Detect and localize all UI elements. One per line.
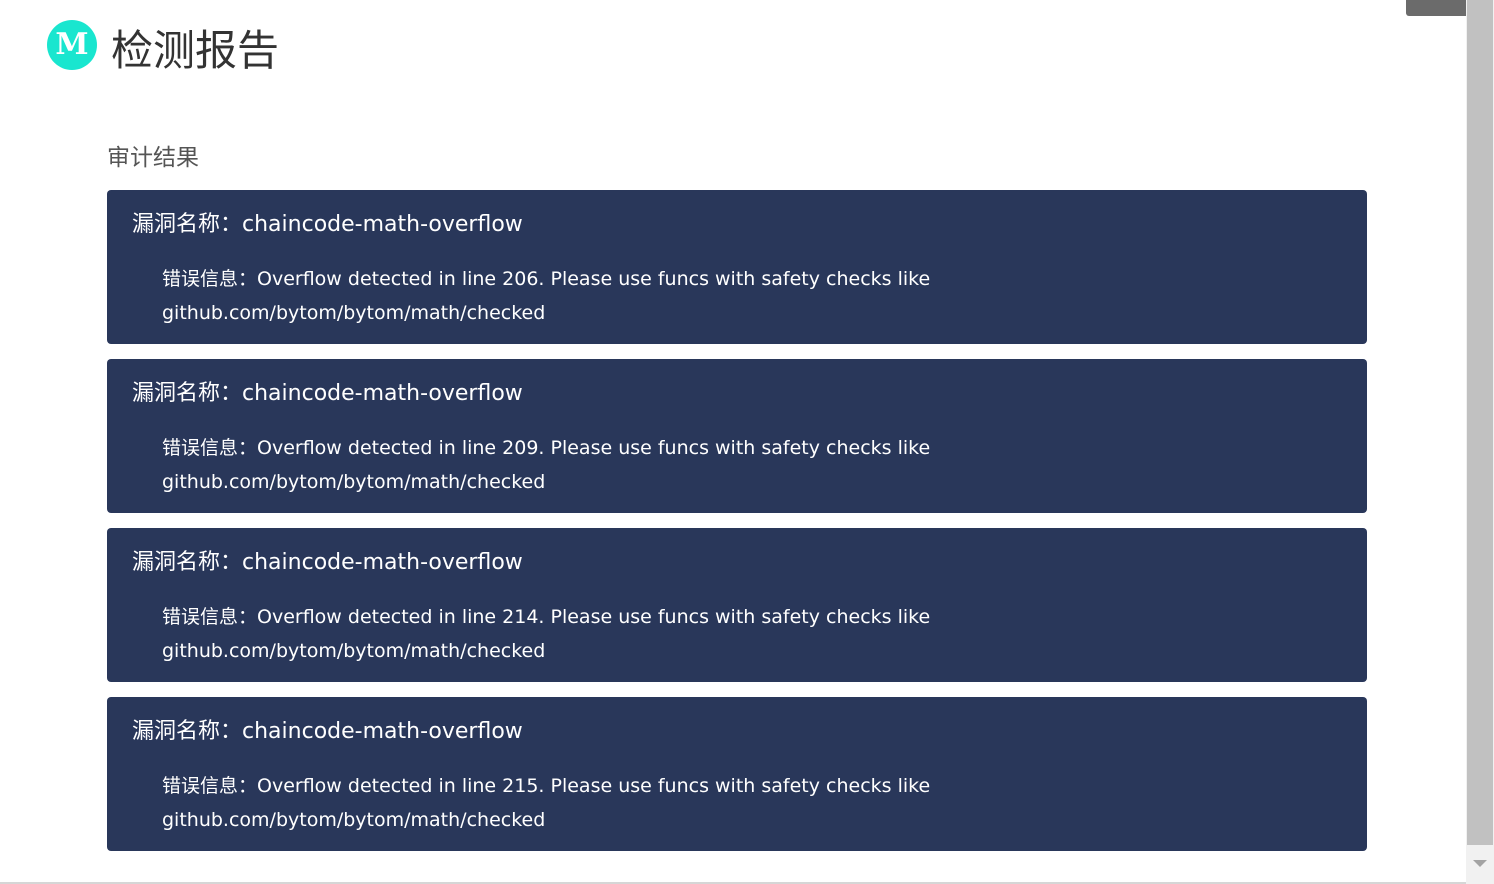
error-message-text: Overflow detected in line 206. Please us… [162,268,931,324]
page-title: 检测报告 [111,26,280,75]
error-message-text: Overflow detected in line 214. Please us… [162,606,931,662]
vulnerability-heading: 漏洞名称：chaincode-math-overflow [132,546,1342,580]
vertical-scrollbar[interactable] [1466,0,1494,884]
vulnerability-name-label: 漏洞名称： [132,550,243,575]
logo-icon: M [47,20,97,70]
vulnerability-heading: 漏洞名称：chaincode-math-overflow [132,208,1342,242]
error-message: 错误信息：Overflow detected in line 214. Plea… [132,600,962,668]
result-card: 漏洞名称：chaincode-math-overflow 错误信息：Overfl… [107,190,1367,344]
error-message: 错误信息：Overflow detected in line 209. Plea… [132,431,962,499]
vulnerability-name-label: 漏洞名称： [132,719,243,744]
vulnerability-name: chaincode-math-overflow [242,719,523,744]
vulnerability-name-label: 漏洞名称： [132,212,243,237]
vulnerability-name: chaincode-math-overflow [242,212,523,237]
result-card: 漏洞名称：chaincode-math-overflow 错误信息：Overfl… [107,528,1367,682]
error-message-label: 错误信息： [162,437,258,459]
vulnerability-name: chaincode-math-overflow [242,550,523,575]
report-page: M 检测报告 审计结果 漏洞名称：chaincode-math-overflow… [0,0,1494,884]
error-message: 错误信息：Overflow detected in line 206. Plea… [132,262,962,330]
vulnerability-name-label: 漏洞名称： [132,381,243,406]
result-card: 漏洞名称：chaincode-math-overflow 错误信息：Overfl… [107,359,1367,513]
section-title: 审计结果 [107,145,199,171]
vulnerability-heading: 漏洞名称：chaincode-math-overflow [132,715,1342,749]
results-list: 漏洞名称：chaincode-math-overflow 错误信息：Overfl… [107,190,1367,866]
vulnerability-name: chaincode-math-overflow [242,381,523,406]
error-message-label: 错误信息： [162,606,258,628]
vulnerability-heading: 漏洞名称：chaincode-math-overflow [132,377,1342,411]
error-message-text: Overflow detected in line 209. Please us… [162,437,931,493]
result-card: 漏洞名称：chaincode-math-overflow 错误信息：Overfl… [107,697,1367,851]
error-message-text: Overflow detected in line 215. Please us… [162,775,931,831]
error-message-label: 错误信息： [162,268,258,290]
error-message-label: 错误信息： [162,775,258,797]
scrollbar-thumb[interactable] [1467,0,1493,845]
scroll-down-arrow-icon[interactable] [1473,860,1487,867]
error-message: 错误信息：Overflow detected in line 215. Plea… [132,769,962,837]
